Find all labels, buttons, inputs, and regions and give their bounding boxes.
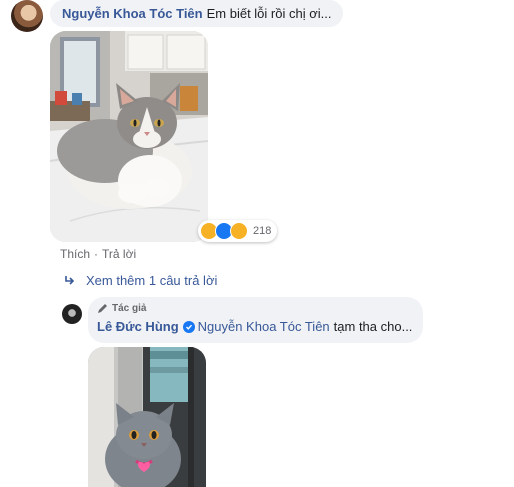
comment-author[interactable]: Nguyễn Khoa Tóc Tiên (62, 6, 203, 21)
like-link[interactable]: Thích (60, 247, 90, 261)
reaction-count: 218 (253, 225, 272, 237)
reply-photo[interactable] (88, 347, 206, 487)
avatar[interactable] (11, 0, 43, 32)
author-badge-label: Tác giả (112, 303, 147, 314)
cat-photo-image (50, 31, 208, 242)
mention-tag[interactable]: Nguyễn Khoa Tóc Tiên (198, 319, 330, 334)
comment-photo[interactable] (50, 31, 208, 242)
verified-icon (182, 320, 195, 333)
comment-actions: Thích · Trả lời (60, 247, 136, 261)
reply-text: tạm tha cho... (333, 319, 413, 334)
view-more-label: Xem thêm 1 câu trả lời (86, 273, 218, 288)
author-badge: Tác giả (97, 303, 146, 314)
reply-link[interactable]: Trả lời (102, 247, 136, 261)
pencil-icon (98, 304, 107, 313)
reply-content: Lê Đức Hùng Nguyễn Khoa Tóc Tiên tạm tha… (97, 319, 412, 334)
comment-bubble: Nguyễn Khoa Tóc Tiên Em biết lỗi rồi chị… (50, 0, 344, 27)
reply-arrow-icon (65, 275, 75, 285)
cat-photo-image (88, 347, 206, 487)
comment-text: Em biết lỗi rồi chị ơi... (206, 6, 332, 21)
view-more-replies[interactable]: Xem thêm 1 câu trả lời (64, 273, 217, 288)
reply-author[interactable]: Lê Đức Hùng (97, 319, 179, 334)
reaction-summary[interactable]: 218 (198, 220, 278, 242)
reply-avatar[interactable] (62, 304, 82, 324)
sad-icon (230, 222, 248, 240)
action-separator: · (94, 247, 99, 261)
